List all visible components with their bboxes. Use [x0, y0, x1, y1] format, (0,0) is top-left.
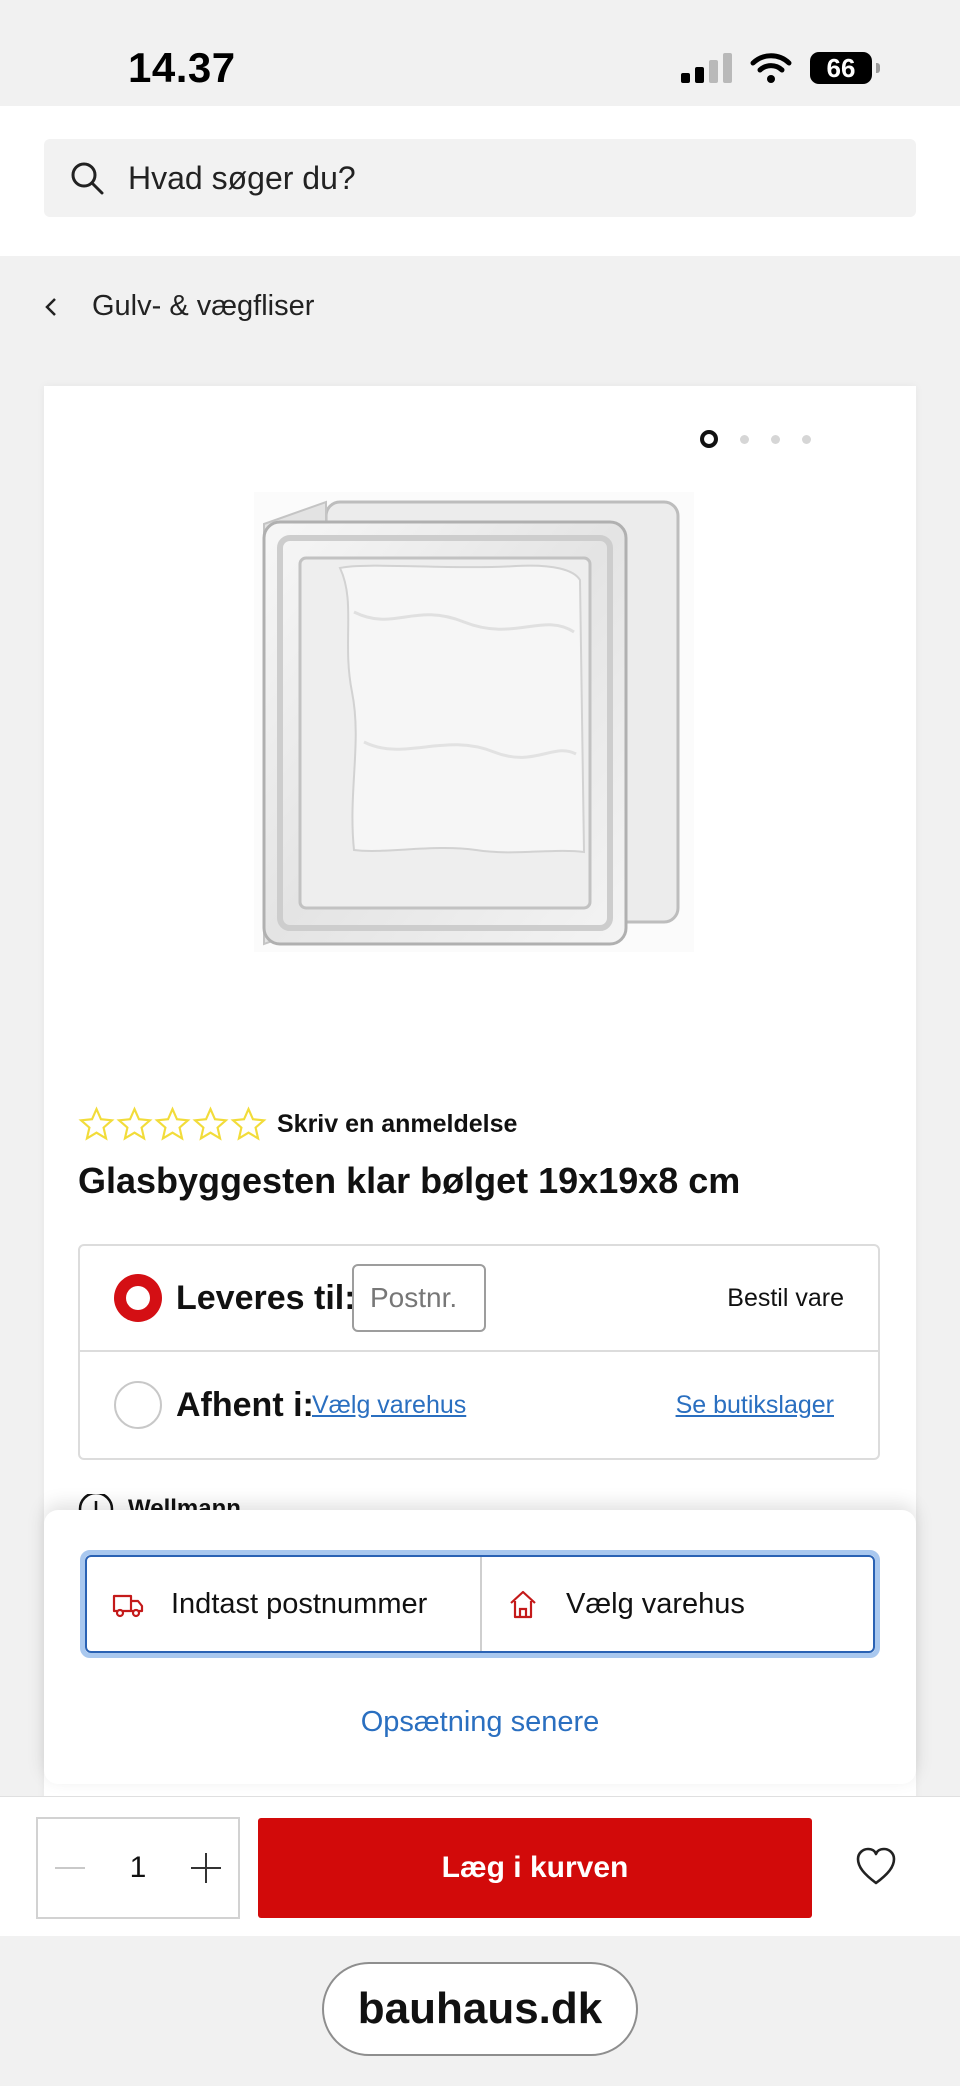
truck-icon	[112, 1594, 144, 1618]
search-header	[0, 106, 960, 256]
star-outline-icon	[192, 1106, 229, 1141]
quantity-value[interactable]: 1	[130, 1851, 147, 1885]
carousel-dot[interactable]	[802, 434, 811, 444]
star-outline-icon	[230, 1106, 267, 1141]
store-icon	[510, 1590, 536, 1619]
store-stock-link[interactable]: Se butikslager	[676, 1391, 834, 1420]
decrease-quantity-button[interactable]	[38, 1819, 102, 1917]
delivery-option-row[interactable]: Leveres til: Bestil vare	[80, 1246, 878, 1352]
rating-row[interactable]: Skriv en anmeldelse	[78, 1106, 517, 1143]
carousel-dots[interactable]	[700, 430, 811, 448]
postcode-input[interactable]	[352, 1264, 486, 1332]
heart-icon[interactable]	[854, 1845, 898, 1889]
quantity-stepper: 1	[36, 1817, 240, 1919]
delivery-options: Leveres til: Bestil vare Afhent i: Vælg …	[78, 1244, 880, 1460]
deliver-label: Leveres til:	[176, 1278, 356, 1317]
breadcrumb[interactable]: Gulv- & vægfliser	[40, 290, 314, 323]
chevron-left-icon[interactable]	[40, 295, 62, 319]
star-rating	[78, 1106, 267, 1143]
browser-url-area: bauhaus.dk	[0, 1936, 960, 2086]
status-time: 14.37	[128, 44, 236, 91]
status-icons: 66	[681, 52, 880, 84]
star-outline-icon	[116, 1106, 153, 1141]
carousel-dot[interactable]	[700, 430, 718, 448]
cellular-signal-icon	[681, 53, 732, 83]
carousel-dot[interactable]	[740, 434, 749, 444]
add-to-cart-bar: 1 Læg i kurven	[0, 1796, 960, 1936]
location-choice-group: Indtast postnummer Vælg varehus	[80, 1550, 880, 1658]
product-title: Glasbyggesten klar bølget 19x19x8 cm	[78, 1160, 741, 1201]
delivery-radio[interactable]	[114, 1274, 162, 1322]
increase-quantity-button[interactable]	[174, 1819, 238, 1917]
status-bar: 14.37 66	[0, 0, 960, 106]
search-icon	[71, 162, 104, 195]
plus-icon	[191, 1853, 221, 1883]
wifi-icon	[750, 53, 792, 83]
enter-postcode-button[interactable]: Indtast postnummer	[87, 1557, 480, 1651]
choose-store-link[interactable]: Vælg varehus	[312, 1391, 466, 1420]
url-bar[interactable]: bauhaus.dk	[322, 1962, 638, 2056]
minus-icon	[55, 1867, 85, 1869]
carousel-dot[interactable]	[771, 434, 780, 444]
breadcrumb-label[interactable]: Gulv- & vægfliser	[92, 290, 314, 323]
search-input[interactable]	[128, 159, 868, 197]
add-to-cart-button[interactable]: Læg i kurven	[258, 1818, 812, 1918]
enter-postcode-label: Indtast postnummer	[171, 1587, 428, 1620]
star-outline-icon	[154, 1106, 191, 1141]
glass-block-image[interactable]	[254, 492, 694, 952]
location-choices: Indtast postnummer Vælg varehus	[85, 1555, 875, 1653]
order-text: Bestil vare	[727, 1283, 844, 1312]
pickup-label: Afhent i:	[176, 1385, 314, 1424]
search-box[interactable]	[44, 139, 916, 217]
battery-icon: 66	[810, 52, 880, 84]
choose-store-label: Vælg varehus	[566, 1587, 745, 1620]
star-outline-icon	[78, 1106, 115, 1141]
pickup-radio[interactable]	[114, 1381, 162, 1429]
choose-store-button[interactable]: Vælg varehus	[480, 1557, 873, 1651]
pickup-option-row[interactable]: Afhent i: Vælg varehus Se butikslager	[80, 1352, 878, 1458]
setup-later-link[interactable]: Opsætning senere	[44, 1706, 916, 1739]
write-review-link[interactable]: Skriv en anmeldelse	[277, 1110, 517, 1139]
location-popup: Indtast postnummer Vælg varehus Opsætnin…	[44, 1510, 916, 1784]
